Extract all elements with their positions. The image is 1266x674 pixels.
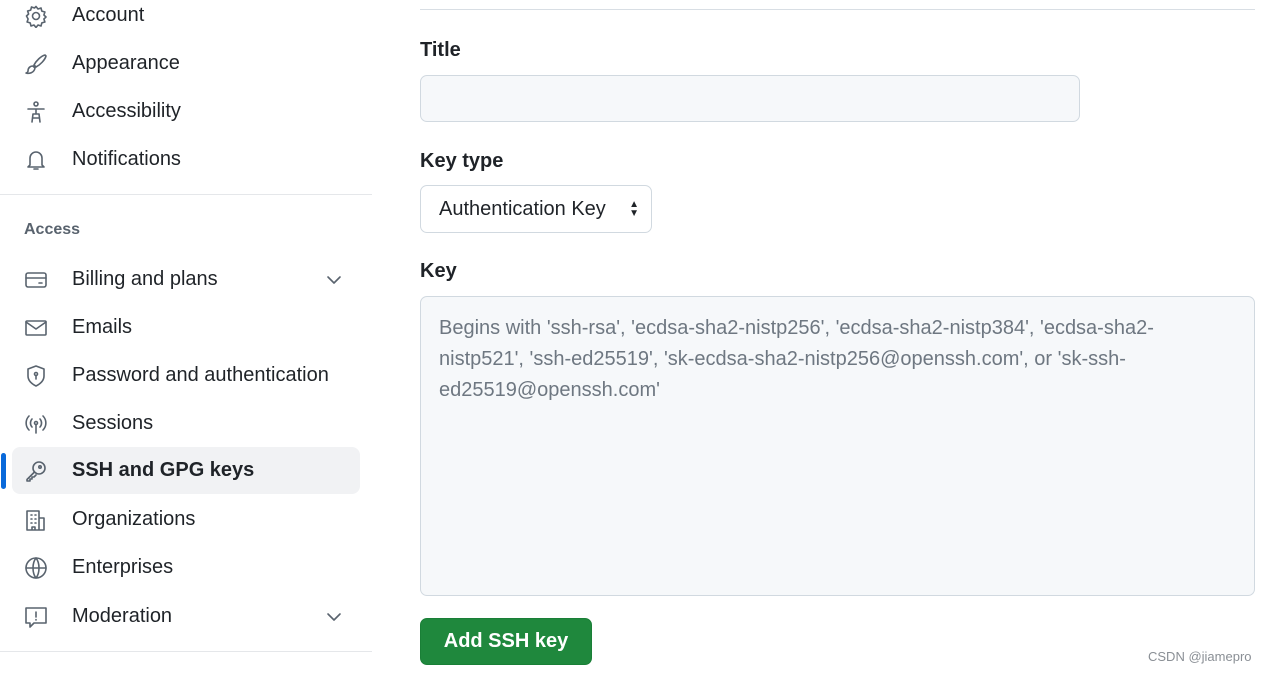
report-icon	[23, 604, 49, 630]
sidebar-divider	[0, 651, 372, 652]
broadcast-icon	[23, 411, 49, 437]
sidebar-item-label: Moderation	[72, 605, 173, 627]
paintbrush-icon	[23, 51, 49, 77]
title-input[interactable]	[420, 75, 1080, 122]
chevron-down-icon[interactable]	[322, 268, 346, 298]
sidebar-item-organizations[interactable]: Organizations	[12, 496, 360, 543]
organization-icon	[23, 507, 49, 533]
mail-icon	[23, 315, 49, 341]
add-ssh-key-button[interactable]: Add SSH key	[420, 618, 592, 665]
key-label: Key	[420, 260, 457, 282]
key-placeholder: Begins with 'ssh-rsa', 'ecdsa-sha2-nistp…	[439, 317, 1154, 401]
sidebar-item-account[interactable]: Account	[12, 0, 360, 39]
sidebar-item-label: Notifications	[72, 148, 181, 170]
section-divider	[420, 9, 1255, 10]
globe-icon	[23, 555, 49, 581]
sidebar-item-label: Emails	[72, 316, 133, 338]
shield-lock-icon	[23, 363, 49, 389]
sidebar-item-label: Organizations	[72, 508, 196, 530]
sidebar-section-access: Access	[24, 221, 81, 238]
title-label: Title	[420, 39, 461, 61]
accessibility-icon	[23, 99, 49, 125]
key-type-value: Authentication Key	[439, 197, 606, 220]
sidebar-item-moderation[interactable]: Moderation	[12, 593, 360, 640]
gear-icon	[23, 3, 49, 29]
key-textarea[interactable]: Begins with 'ssh-rsa', 'ecdsa-sha2-nistp…	[420, 296, 1255, 596]
sidebar-item-ssh-gpg-keys[interactable]: SSH and GPG keys	[12, 447, 360, 494]
key-type-label: Key type	[420, 150, 504, 172]
sidebar-item-label: Accessibility	[72, 100, 181, 122]
select-arrows-icon: ▲ ▼	[629, 199, 639, 219]
sidebar-item-accessibility[interactable]: Accessibility	[12, 88, 360, 135]
sidebar-divider	[0, 194, 372, 195]
watermark: CSDN @jiamepro	[1148, 649, 1252, 664]
bell-icon	[23, 147, 49, 173]
sidebar-item-billing[interactable]: Billing and plans	[12, 256, 360, 303]
sidebar-item-label: Appearance	[72, 52, 180, 74]
active-indicator	[1, 453, 6, 489]
chevron-down-icon[interactable]	[322, 605, 346, 635]
sidebar-item-label: Enterprises	[72, 556, 174, 578]
sidebar-item-password[interactable]: Password and authentication	[12, 352, 360, 399]
sidebar-item-enterprises[interactable]: Enterprises	[12, 544, 360, 591]
sidebar-item-label: Account	[72, 4, 145, 26]
key-icon	[23, 458, 49, 484]
sidebar-item-label: Billing and plans	[72, 268, 218, 290]
sidebar-item-label: SSH and GPG keys	[72, 459, 255, 481]
sidebar-item-notifications[interactable]: Notifications	[12, 136, 360, 183]
credit-card-icon	[23, 267, 49, 293]
sidebar-item-label: Sessions	[72, 412, 154, 434]
sidebar-item-label: Password and authentication	[72, 364, 329, 386]
sidebar-item-sessions[interactable]: Sessions	[12, 400, 360, 447]
key-type-select[interactable]: Authentication Key ▲ ▼	[420, 185, 652, 233]
sidebar-item-emails[interactable]: Emails	[12, 304, 360, 351]
sidebar-item-appearance[interactable]: Appearance	[12, 40, 360, 87]
